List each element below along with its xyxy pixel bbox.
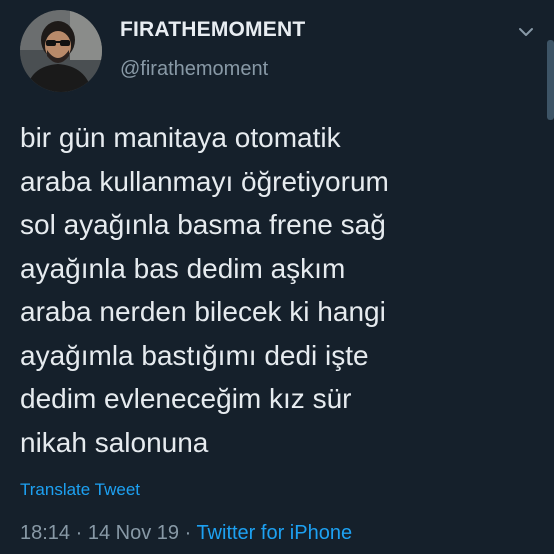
avatar[interactable]: [20, 10, 102, 92]
tweet-line: dedim evleneceğim kız sür: [20, 383, 352, 414]
meta-separator: ·: [70, 522, 88, 544]
tweet-line: bir gün manitaya otomatik: [20, 122, 341, 153]
scrollbar[interactable]: [547, 40, 554, 120]
tweet-date: 14 Nov 19: [87, 522, 180, 544]
tweet-line: araba kullanmayı öğretiyorum: [20, 165, 389, 197]
tweet-line: ayağınla bas dedim aşkım: [20, 252, 346, 284]
tweet-text: bir gün manitaya otomatik araba kullanma…: [20, 116, 530, 464]
avatar-image: [20, 10, 102, 92]
tweet-line: ayağımla bastığımı dedi işte: [20, 339, 369, 371]
chevron-down-icon[interactable]: [516, 22, 536, 42]
translate-tweet-link[interactable]: Translate Tweet: [20, 480, 140, 500]
tweet-line: sol ayağınla basma frene sağ: [20, 209, 386, 240]
tweet-line: araba nerden bilecek ki hangi: [20, 296, 386, 327]
tweet-line: nikah salonuna: [20, 426, 209, 458]
tweet-meta: 18:14 · 14 Nov 19 · Twitter for iPhone: [20, 522, 352, 545]
tweet-source-link[interactable]: Twitter for iPhone: [196, 522, 352, 544]
display-name[interactable]: FIRATHEMOMENT: [120, 18, 305, 42]
user-handle[interactable]: @firathemoment: [120, 58, 268, 81]
meta-separator: ·: [179, 522, 197, 544]
tweet-card: FIRATHEMOMENT @firathemoment bir gün man…: [0, 0, 554, 554]
tweet-time: 18:14: [20, 522, 71, 544]
